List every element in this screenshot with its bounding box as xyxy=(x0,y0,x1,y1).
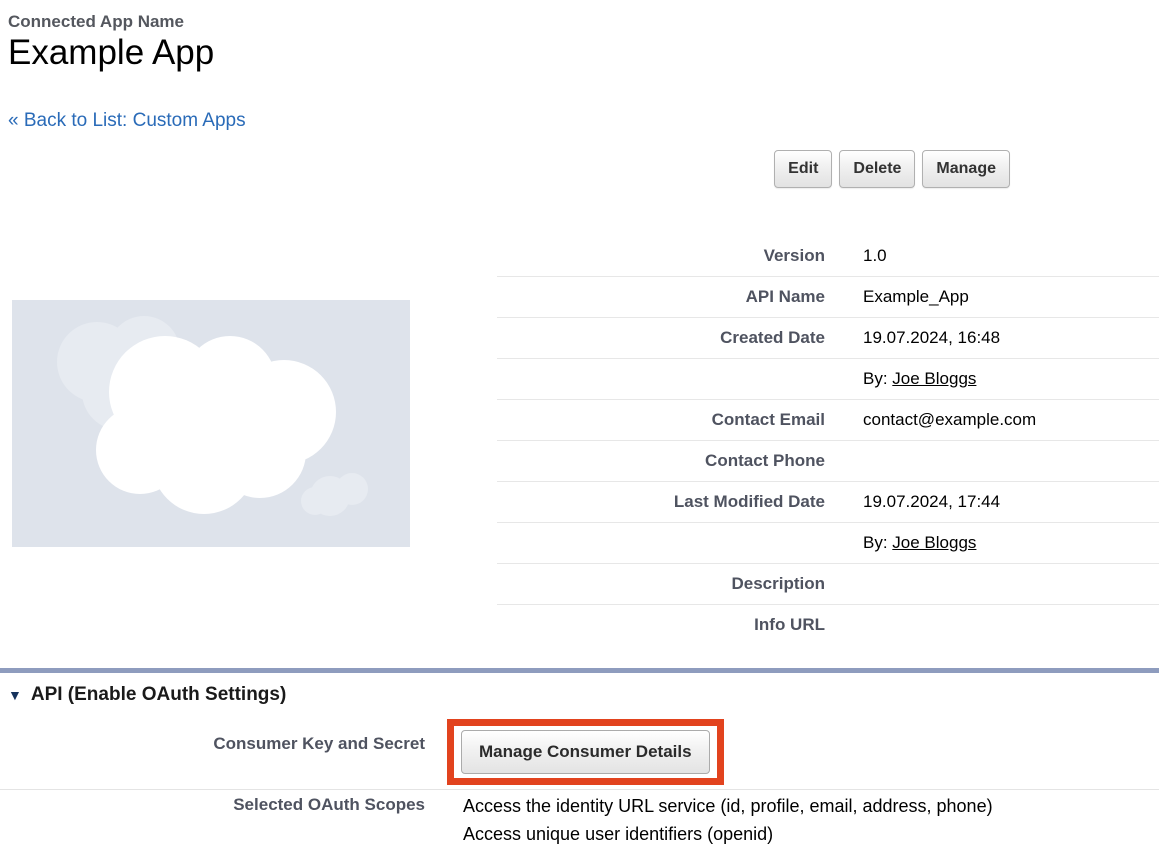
table-row-api-name: API Name Example_App xyxy=(497,277,1159,318)
back-to-list-link[interactable]: « Back to List: Custom Apps xyxy=(8,110,246,132)
table-row-modified-by: By: Joe Bloggs xyxy=(497,523,1159,564)
table-row-description: Description xyxy=(497,564,1159,605)
created-by-link[interactable]: Joe Bloggs xyxy=(892,369,976,388)
field-value: Example_App xyxy=(825,287,969,307)
field-label: API Name xyxy=(497,287,825,307)
page-header: Connected App Name Example App xyxy=(8,12,214,74)
section-divider-bar xyxy=(0,668,1159,673)
oauth-scopes-value: Access the identity URL service (id, pro… xyxy=(463,792,993,848)
field-label: Info URL xyxy=(497,615,825,635)
field-label: Version xyxy=(497,246,825,266)
field-value: contact@example.com xyxy=(825,410,1036,430)
table-row-created-by: By: Joe Bloggs xyxy=(497,359,1159,400)
field-label: Contact Email xyxy=(497,410,825,430)
table-row-contact-email: Contact Email contact@example.com xyxy=(497,400,1159,441)
detail-toolbar: Edit Delete Manage xyxy=(0,150,1159,188)
modified-by-link[interactable]: Joe Bloggs xyxy=(892,533,976,552)
oauth-scopes-label: Selected OAuth Scopes xyxy=(0,795,425,815)
field-value: 1.0 xyxy=(825,246,887,266)
highlight-annotation-box: Manage Consumer Details xyxy=(447,719,724,785)
row-divider xyxy=(0,789,1159,790)
field-label: Last Modified Date xyxy=(497,492,825,512)
section-title: API (Enable OAuth Settings) xyxy=(31,684,286,706)
oauth-scope-item: Access unique user identifiers (openid) xyxy=(463,820,993,848)
field-value: By: Joe Bloggs xyxy=(825,533,976,553)
field-value: 19.07.2024, 17:44 xyxy=(825,492,1000,512)
field-value: By: Joe Bloggs xyxy=(825,369,976,389)
collapse-section-icon[interactable]: ▼ xyxy=(8,688,22,702)
manage-button[interactable]: Manage xyxy=(922,150,1010,188)
by-prefix: By: xyxy=(863,533,892,552)
oauth-section-header: ▼ API (Enable OAuth Settings) xyxy=(8,684,286,706)
delete-button[interactable]: Delete xyxy=(839,150,915,188)
page-title: Example App xyxy=(8,33,214,73)
entity-type-label: Connected App Name xyxy=(8,12,214,32)
manage-consumer-details-button[interactable]: Manage Consumer Details xyxy=(461,730,710,774)
field-label: Description xyxy=(497,574,825,594)
consumer-key-label: Consumer Key and Secret xyxy=(0,734,425,754)
table-row-contact-phone: Contact Phone xyxy=(497,441,1159,482)
table-row-created-date: Created Date 19.07.2024, 16:48 xyxy=(497,318,1159,359)
table-row-last-modified: Last Modified Date 19.07.2024, 17:44 xyxy=(497,482,1159,523)
edit-button[interactable]: Edit xyxy=(774,150,832,188)
cloud-image xyxy=(12,300,410,547)
by-prefix: By: xyxy=(863,369,892,388)
oauth-scope-item: Access the identity URL service (id, pro… xyxy=(463,792,993,820)
field-label: Created Date xyxy=(497,328,825,348)
table-row-info-url: Info URL xyxy=(497,605,1159,645)
detail-table: Version 1.0 API Name Example_App Created… xyxy=(497,236,1159,645)
app-logo-image xyxy=(12,300,410,547)
table-row-version: Version 1.0 xyxy=(497,236,1159,277)
field-label: Contact Phone xyxy=(497,451,825,471)
field-value: 19.07.2024, 16:48 xyxy=(825,328,1000,348)
